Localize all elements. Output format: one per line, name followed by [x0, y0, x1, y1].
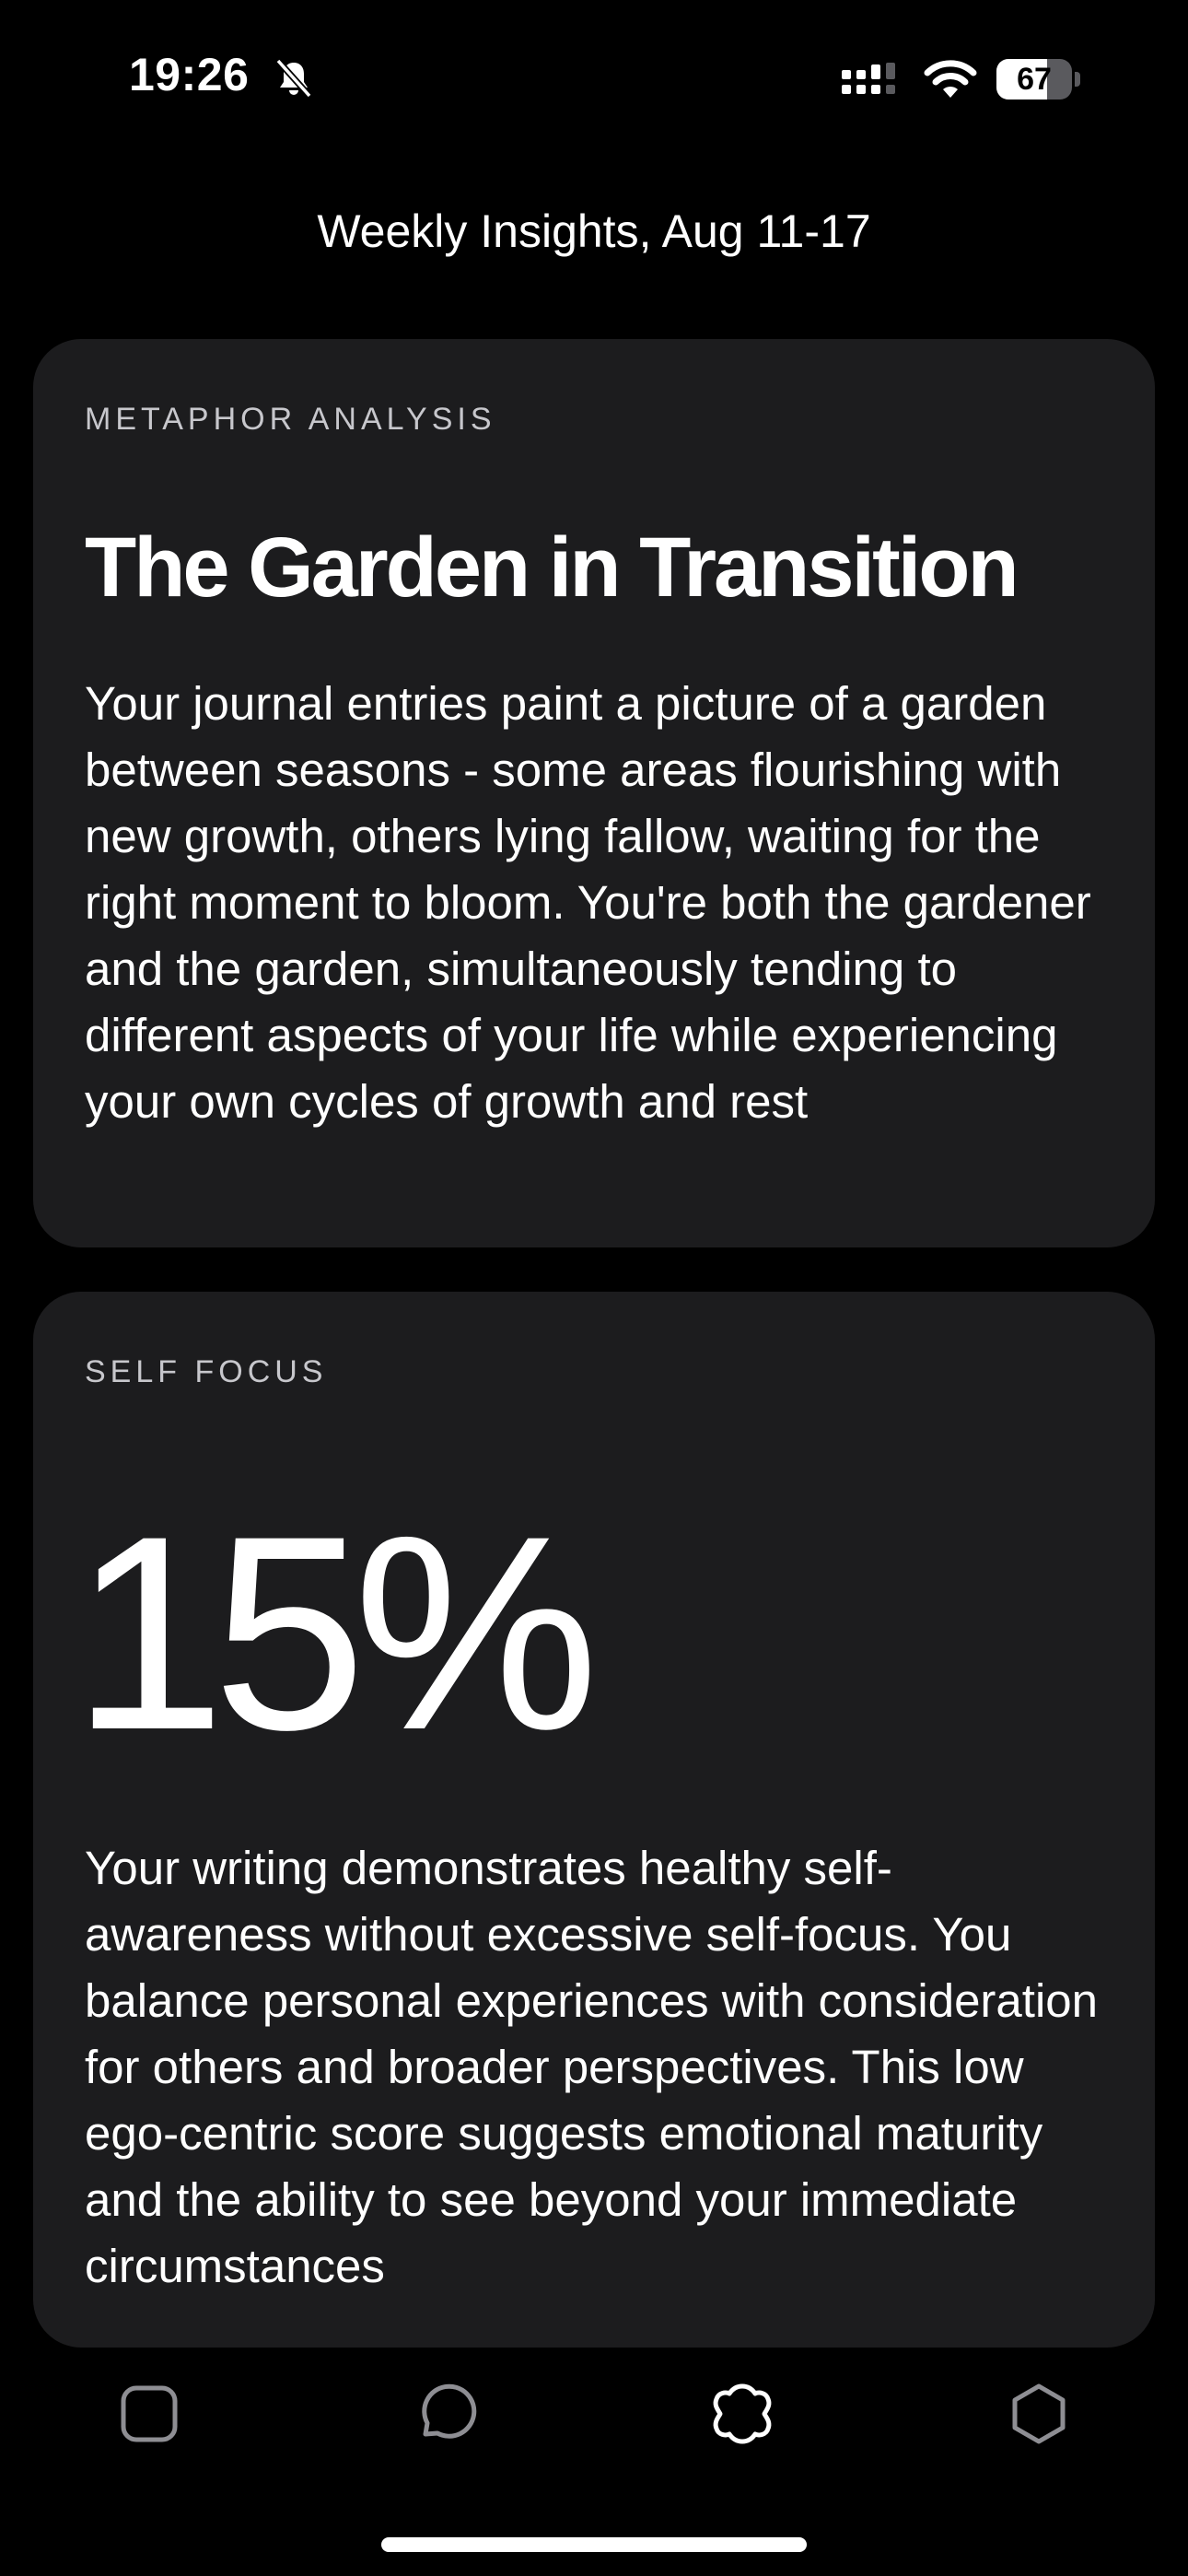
square-icon: [121, 2385, 178, 2442]
self-focus-card: SELF FOCUS 15% Your writing demonstrates…: [33, 1292, 1155, 2348]
card-body: Your journal entries paint a picture of …: [85, 677, 1091, 1128]
wifi-icon: [924, 60, 977, 98]
card-label: SELF FOCUS: [85, 1354, 328, 1389]
tab-insights[interactable]: [705, 2377, 779, 2451]
status-time: 19:26: [129, 49, 250, 100]
self-focus-value: 15%: [72, 1478, 599, 1787]
flower-icon: [713, 2383, 772, 2444]
hexagon-icon: [1012, 2383, 1066, 2444]
home-indicator: [381, 2537, 807, 2552]
status-bar: 19:26 67: [0, 0, 1188, 157]
card-body: Your writing demonstrates healthy self-a…: [85, 1842, 1099, 2292]
chat-bubble-icon: [422, 2383, 477, 2439]
battery-icon: 67: [996, 59, 1081, 100]
bell-off-icon: [275, 58, 312, 99]
tab-chat[interactable]: [407, 2377, 481, 2451]
battery-level: 67: [1017, 62, 1052, 97]
tab-bar: [0, 2377, 1188, 2469]
card-heading: The Garden in Transition: [85, 521, 1019, 615]
metaphor-analysis-card: METAPHOR ANALYSIS The Garden in Transiti…: [33, 339, 1155, 1247]
page-title: Weekly Insights, Aug 11-17: [317, 205, 871, 257]
tab-journal[interactable]: [112, 2377, 186, 2451]
signal-icon: [842, 63, 895, 94]
card-label: METAPHOR ANALYSIS: [85, 402, 496, 437]
tab-more[interactable]: [1002, 2377, 1076, 2451]
